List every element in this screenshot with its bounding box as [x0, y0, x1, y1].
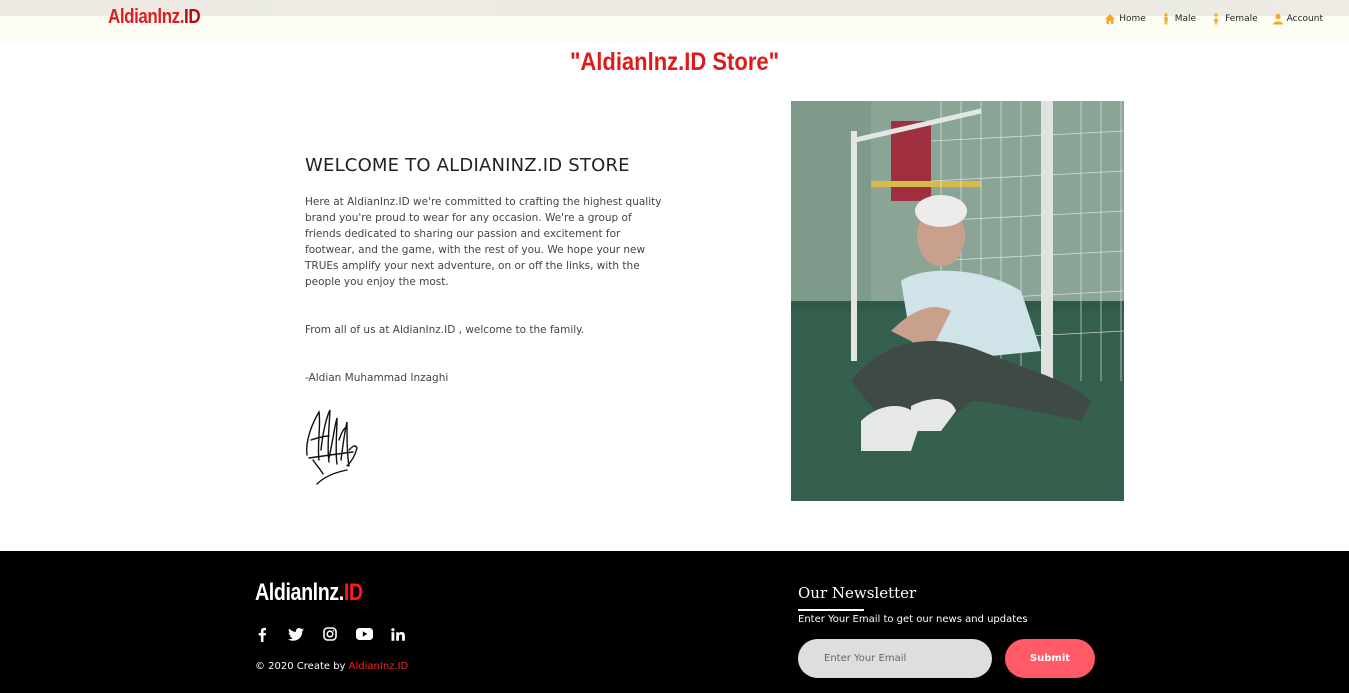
male-icon	[1164, 13, 1168, 25]
signature-image	[305, 409, 358, 485]
nav-link-female-label: Female	[1225, 14, 1258, 24]
brand-suffix: ID	[184, 6, 201, 28]
social-links	[253, 626, 407, 642]
welcome-heading: WELCOME TO ALDIANINZ.ID STORE	[305, 155, 630, 176]
female-icon	[1213, 13, 1219, 25]
youtube-icon[interactable]	[355, 626, 373, 642]
footer-brand-logo[interactable]: Aldianlnz.ID	[255, 579, 363, 607]
nav-links: Home Male Female Account	[1104, 13, 1323, 25]
instagram-icon[interactable]	[321, 626, 339, 642]
copyright-text: © 2020 Create by AldianInz.ID	[255, 661, 408, 672]
brand-name: Aldianlnz.	[108, 6, 185, 28]
footer-brand-name: Aldianlnz.	[255, 579, 344, 606]
brand-logo[interactable]: Aldianlnz.ID	[108, 6, 201, 29]
footer: Aldianlnz.ID © 2020 Create by AldianInz.…	[0, 551, 1349, 693]
email-input[interactable]	[798, 639, 992, 678]
newsletter-divider	[798, 609, 864, 611]
submit-button[interactable]: Submit	[1005, 639, 1095, 678]
welcome-paragraph: Here at AldianInz.ID we're committed to …	[305, 196, 662, 288]
family-paragraph: From all of us at AldianInz.ID , welcome…	[305, 324, 585, 336]
nav-link-account[interactable]: Account	[1272, 13, 1323, 25]
home-icon	[1105, 14, 1116, 24]
hero-photo-illustration	[791, 101, 1124, 501]
nav-link-home-label: Home	[1119, 14, 1146, 24]
nav-link-female[interactable]: Female	[1210, 13, 1258, 25]
nav-link-home[interactable]: Home	[1104, 13, 1146, 25]
linkedin-icon[interactable]	[389, 626, 407, 642]
nav-link-account-label: Account	[1286, 14, 1323, 24]
nav-link-male[interactable]: Male	[1160, 13, 1196, 25]
hero-photo	[791, 101, 1124, 501]
copyright-prefix: © 2020 Create by	[255, 661, 349, 672]
newsletter-title: Our Newsletter	[798, 584, 917, 602]
footer-brand-suffix: ID	[343, 579, 363, 606]
facebook-icon[interactable]	[253, 626, 271, 642]
signoff-text: -Aldian Muhammad Inzaghi	[305, 372, 449, 384]
navbar: Aldianlnz.ID Home Male Female Account	[0, 0, 1349, 42]
page-title: "Aldianlnz.ID Store"	[569, 48, 780, 76]
twitter-icon[interactable]	[287, 626, 305, 642]
copyright-brand-link[interactable]: AldianInz.ID	[349, 661, 409, 672]
user-icon	[1272, 13, 1283, 25]
newsletter-subtitle: Enter Your Email to get our news and upd…	[798, 614, 1028, 625]
nav-link-male-label: Male	[1174, 14, 1197, 24]
